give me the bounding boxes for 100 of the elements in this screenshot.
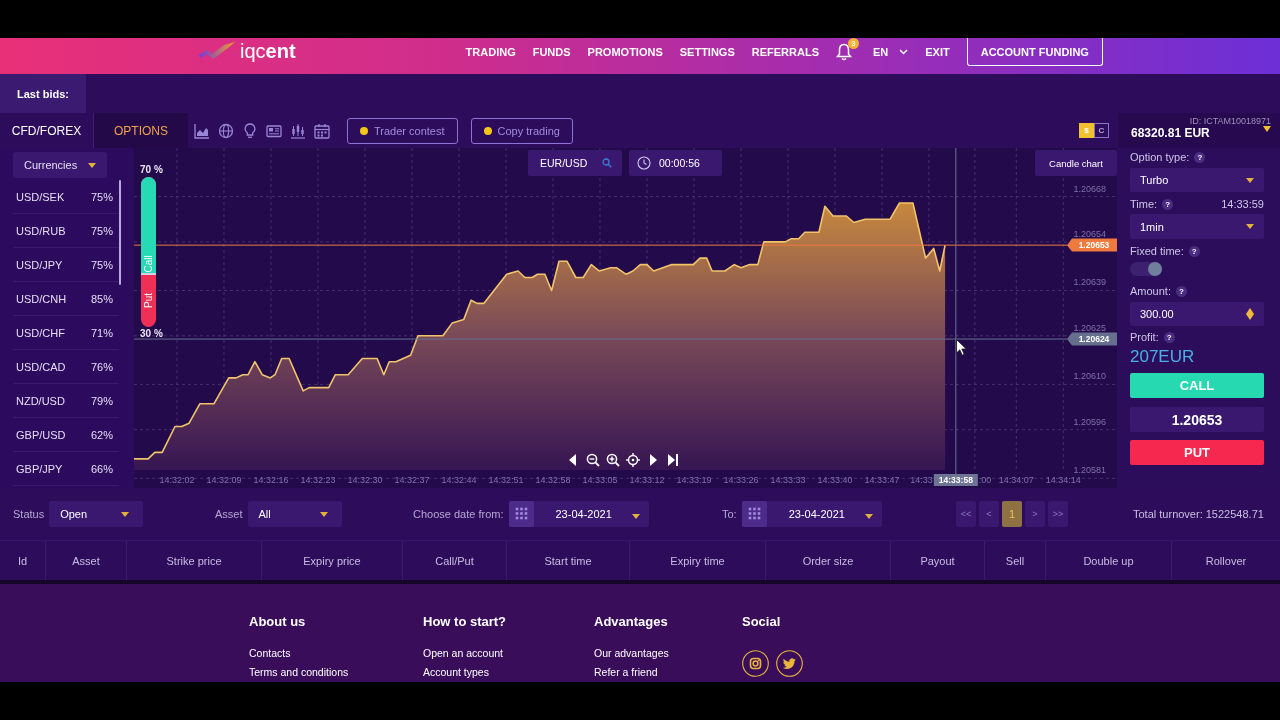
- x-axis-label: 14:33: [910, 475, 933, 485]
- date-from-label: Choose date from:: [413, 508, 504, 520]
- asset-pair[interactable]: GBP/USD: [16, 428, 66, 441]
- profit-label: Profit:: [1130, 331, 1159, 343]
- candlestick-icon[interactable]: [290, 122, 306, 139]
- help-icon[interactable]: ?: [1163, 331, 1175, 343]
- currency-option[interactable]: C: [1094, 123, 1109, 138]
- chart-type-button[interactable]: Candle chart: [1035, 150, 1117, 176]
- market-tab[interactable]: OPTIONS: [94, 113, 188, 148]
- asset-pair[interactable]: USD/CNH: [16, 292, 67, 305]
- asset-pair[interactable]: USD/SEK: [16, 190, 65, 203]
- exit-link[interactable]: EXIT: [925, 46, 950, 58]
- caret-icon[interactable]: [121, 511, 130, 517]
- area-chart-icon[interactable]: [194, 122, 210, 139]
- nav-link[interactable]: REFERRALS: [751, 46, 819, 58]
- footer-link[interactable]: Open an account: [423, 646, 503, 660]
- crosshair-icon[interactable]: [626, 453, 640, 467]
- skip-to-end-icon[interactable]: [666, 453, 680, 467]
- zoom-in-icon[interactable]: [606, 453, 620, 467]
- help-icon[interactable]: ?: [1194, 151, 1206, 163]
- help-icon[interactable]: ?: [1175, 285, 1187, 297]
- y-axis-label: 1.20654: [1073, 228, 1106, 239]
- x-axis-label: 14:34:07: [998, 475, 1034, 485]
- feature-button[interactable]: Copy trading: [470, 117, 573, 144]
- asset-pair[interactable]: USD/JPY: [16, 258, 63, 271]
- globe-icon[interactable]: [218, 122, 234, 139]
- caret-icon[interactable]: [631, 514, 640, 519]
- dot-icon: [360, 126, 368, 135]
- symbol-search-field[interactable]: EUR/USD: [528, 150, 622, 176]
- footer-heading: Social: [742, 614, 782, 630]
- chevron-down-icon[interactable]: [899, 49, 909, 55]
- language-selector[interactable]: EN: [873, 46, 909, 58]
- currencies-dropdown[interactable]: Currencies: [13, 152, 107, 178]
- nav-link[interactable]: SETTINGS: [679, 46, 735, 58]
- put-label: Put: [142, 293, 155, 309]
- search-icon[interactable]: [602, 158, 612, 168]
- expiry-clock: 14:33:59: [1221, 198, 1264, 210]
- caret-icon[interactable]: [864, 514, 873, 519]
- timer-value: 00:00:56: [659, 157, 700, 169]
- caret-icon[interactable]: [1246, 177, 1254, 183]
- scrollbar[interactable]: [119, 180, 121, 285]
- zoom-out-icon[interactable]: [586, 453, 600, 467]
- calendar-icon[interactable]: [314, 122, 330, 139]
- option-type-select[interactable]: Turbo: [1130, 168, 1264, 192]
- call-percent: 70 %: [140, 164, 163, 176]
- current-price: 1.20653: [1130, 407, 1264, 432]
- time-label: Time:: [1130, 198, 1158, 210]
- calendar-icon[interactable]: [741, 501, 767, 527]
- logo-text[interactable]: iqcent: [240, 39, 296, 63]
- lightbulb-icon[interactable]: [242, 122, 258, 139]
- date-from-field[interactable]: 23-04-2021: [508, 501, 649, 527]
- asset-pair[interactable]: USD/RUB: [16, 224, 66, 237]
- diamond-icon[interactable]: [1246, 308, 1254, 320]
- clock-icon: [637, 156, 651, 170]
- x-axis-label: 14:32:30: [347, 475, 383, 485]
- time-select[interactable]: 1min: [1130, 214, 1264, 239]
- page-button[interactable]: >>: [1048, 501, 1068, 527]
- asset-payout: 66%: [90, 462, 113, 475]
- footer-link[interactable]: Account types: [423, 665, 489, 679]
- help-icon[interactable]: ?: [1188, 245, 1200, 257]
- page-button[interactable]: <<: [956, 501, 976, 527]
- camera-icon[interactable]: [742, 650, 769, 677]
- page-button[interactable]: >: [1025, 501, 1045, 527]
- nav-link[interactable]: TRADING: [465, 46, 516, 58]
- dropdown-triangle-icon[interactable]: [1263, 126, 1271, 132]
- ref-line-label: 1.20624: [1078, 334, 1110, 345]
- date-to-field[interactable]: 23-04-2021: [741, 501, 882, 527]
- calendar-icon[interactable]: [508, 501, 534, 527]
- page-button[interactable]: <: [979, 501, 999, 527]
- asset-payout: 75%: [90, 190, 113, 203]
- asset-select[interactable]: All: [247, 501, 342, 527]
- amount-field[interactable]: 300.00: [1130, 302, 1264, 326]
- last-bids-label: Last bids:: [0, 74, 86, 113]
- caret-icon[interactable]: [319, 511, 328, 517]
- newspaper-icon[interactable]: [266, 122, 282, 139]
- bell-icon[interactable]: [836, 43, 852, 61]
- asset-pair[interactable]: USD/CHF: [16, 326, 65, 339]
- footer-link[interactable]: Our advantages: [594, 646, 669, 660]
- nav-link[interactable]: PROMOTIONS: [587, 46, 663, 58]
- feature-button[interactable]: Trader contest: [347, 117, 458, 144]
- asset-pair[interactable]: USD/CAD: [16, 360, 66, 373]
- asset-pair[interactable]: GBP/JPY: [16, 462, 63, 475]
- bird-icon[interactable]: [776, 650, 803, 677]
- status-select[interactable]: Open: [49, 501, 144, 527]
- help-icon[interactable]: ?: [1162, 198, 1174, 210]
- caret-icon[interactable]: [88, 162, 96, 168]
- footer-link[interactable]: Contacts: [249, 646, 291, 660]
- asset-payout: 71%: [90, 326, 113, 339]
- x-axis-label: 14:33:33: [770, 475, 806, 485]
- footer-link[interactable]: Terms and conditions: [249, 665, 349, 679]
- caret-icon[interactable]: [1246, 224, 1254, 229]
- put-button[interactable]: PUT: [1130, 440, 1264, 465]
- fixed-time-toggle[interactable]: [1130, 262, 1162, 276]
- account-funding-button[interactable]: ACCOUNT FUNDING: [966, 38, 1103, 66]
- x-axis-label: :00: [978, 475, 992, 485]
- nav-link[interactable]: FUNDS: [532, 46, 571, 58]
- y-axis-label: 1.20610: [1073, 371, 1106, 382]
- footer-link[interactable]: Refer a friend: [594, 665, 658, 679]
- status-label: Status: [13, 508, 45, 520]
- asset-pair[interactable]: NZD/USD: [16, 394, 65, 407]
